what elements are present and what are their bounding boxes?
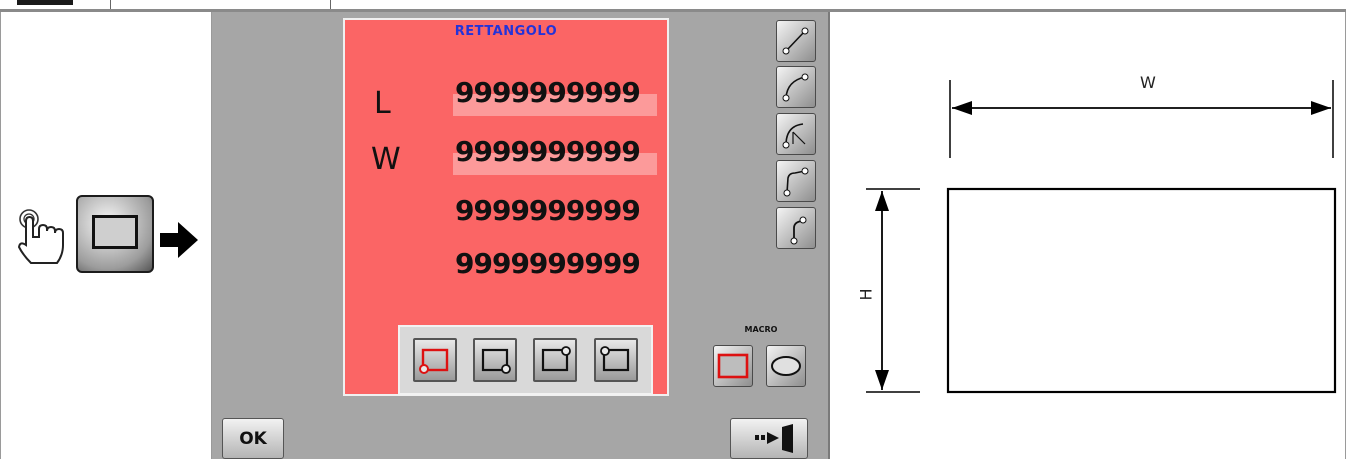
- hook-icon: [790, 216, 807, 245]
- h-arrow-top: [875, 191, 889, 211]
- corner-top-left-icon: [600, 346, 630, 372]
- form-title: RETTANGOLO: [454, 24, 558, 39]
- mode-bottom-right-button[interactable]: [473, 338, 517, 382]
- top-dark-block: [17, 0, 73, 5]
- width-label: W: [1140, 73, 1156, 92]
- exit-button[interactable]: [730, 418, 808, 459]
- corner-bottom-left-icon: [419, 348, 449, 374]
- corner-top-right-icon: [541, 346, 571, 372]
- ellipse-icon: [771, 356, 801, 376]
- rectangle-icon: [717, 353, 749, 379]
- exit-door-icon: [755, 424, 793, 453]
- value-w-field[interactable]: 9999999999: [455, 135, 641, 168]
- w-arrow-right: [1311, 101, 1331, 115]
- rectangle-dimension-diagram: [866, 80, 1337, 394]
- value-field-4[interactable]: 9999999999: [455, 247, 641, 280]
- arc-icon: [782, 73, 809, 102]
- macro-ellipse-button[interactable]: [766, 345, 806, 387]
- mode-top-right-button[interactable]: [533, 338, 577, 382]
- line-icon: [782, 27, 809, 55]
- label-l: L: [374, 86, 391, 121]
- mode-top-left-button[interactable]: [594, 338, 638, 382]
- arc-radius-icon: [782, 123, 806, 149]
- cell-border: [0, 12, 1, 459]
- polyline-icon: [783, 167, 809, 197]
- line-tool-button[interactable]: [776, 20, 816, 62]
- value-field-3[interactable]: 9999999999: [455, 194, 641, 227]
- macro-rectangle-button[interactable]: [713, 345, 753, 387]
- arc-radius-tool-button[interactable]: [776, 113, 816, 155]
- w-arrow-left: [952, 101, 972, 115]
- label-w: W: [371, 142, 401, 177]
- value-l-field[interactable]: 9999999999: [455, 76, 641, 109]
- height-label: H: [856, 288, 876, 301]
- arrow-right-icon: [158, 220, 200, 265]
- arc-tool-button[interactable]: [776, 66, 816, 108]
- macro-label: MACRO: [744, 325, 778, 334]
- hook-tool-button[interactable]: [776, 207, 816, 249]
- dimensioned-rectangle: [946, 187, 1337, 394]
- rectangle-macro-button[interactable]: [76, 195, 154, 273]
- polyline-tool-button[interactable]: [776, 160, 816, 202]
- hand-pointer-icon: [17, 207, 75, 274]
- ok-button[interactable]: OK: [222, 418, 284, 459]
- rectangle-icon: [92, 215, 138, 249]
- h-arrow-bottom: [875, 370, 889, 390]
- mode-bottom-left-button[interactable]: [413, 338, 457, 382]
- corner-bottom-right-icon: [481, 348, 511, 374]
